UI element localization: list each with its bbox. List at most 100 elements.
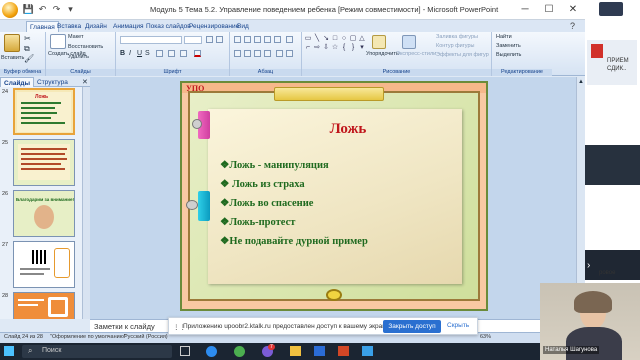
bullet-item[interactable]: ❖ Ложь из страха xyxy=(220,178,305,190)
columns-icon[interactable] xyxy=(276,50,283,57)
copy-icon[interactable]: ⧉ xyxy=(24,44,30,54)
elbow-shape-icon[interactable]: ⌐ xyxy=(304,44,312,51)
delete-button[interactable]: Удалить xyxy=(68,54,89,60)
save-icon[interactable]: 💾 xyxy=(22,3,35,16)
rounded-rect-shape-icon[interactable]: ▢ xyxy=(349,35,357,42)
new-slide-icon[interactable] xyxy=(50,34,66,49)
close-panel-icon[interactable]: ✕ xyxy=(82,78,88,86)
shape-fill-button[interactable]: Заливка фигуры xyxy=(436,34,478,40)
down-arrow-shape-icon[interactable]: ⇩ xyxy=(322,44,330,51)
increase-indent-icon[interactable] xyxy=(264,36,271,43)
arrange-button[interactable]: Упорядочить xyxy=(366,51,399,57)
shadow-icon[interactable] xyxy=(156,50,163,57)
chrome-icon[interactable] xyxy=(234,346,245,357)
customize-toolbar-icon[interactable]: ▾ xyxy=(64,3,77,16)
thumb-slide-24[interactable]: Ложь xyxy=(13,88,75,135)
brace-close-shape-icon[interactable]: } xyxy=(349,44,357,51)
italic-button[interactable]: I xyxy=(129,50,131,57)
word-icon[interactable] xyxy=(314,346,325,356)
folder-icon[interactable] xyxy=(290,346,301,356)
textbox-shape-icon[interactable]: ▭ xyxy=(304,35,312,42)
office-button[interactable] xyxy=(2,2,18,18)
bold-button[interactable]: B xyxy=(120,50,125,57)
thumb-slide-27[interactable] xyxy=(13,241,75,288)
powerpoint-icon[interactable] xyxy=(338,346,349,356)
bullet-item[interactable]: ❖Ложь - манипуляция xyxy=(220,159,329,171)
language-indicator[interactable]: Русский (Россия) xyxy=(124,334,168,340)
layout-button[interactable]: Макет xyxy=(68,34,84,40)
font-name-combo[interactable] xyxy=(120,36,182,44)
strike-button[interactable]: S xyxy=(145,50,150,57)
tab-design[interactable]: Дизайн xyxy=(82,21,110,32)
tab-view[interactable]: Вид xyxy=(234,21,252,32)
telegram-icon[interactable] xyxy=(362,346,373,356)
thumb-slide-26[interactable]: Благодарим за внимание! xyxy=(13,190,75,237)
spacing-icon[interactable] xyxy=(168,50,175,57)
quick-styles-icon[interactable] xyxy=(402,35,416,49)
arrow-shape-icon[interactable]: ↘ xyxy=(322,35,330,42)
maximize-button[interactable]: ☐ xyxy=(536,0,562,20)
redo-icon[interactable]: ↷ xyxy=(50,3,63,16)
thumb-slide-28[interactable] xyxy=(13,292,75,319)
task-view-icon[interactable] xyxy=(180,346,190,356)
smartart-icon[interactable] xyxy=(286,50,293,57)
grow-font-icon[interactable] xyxy=(206,36,213,43)
brace-shape-icon[interactable]: { xyxy=(340,44,348,51)
font-color-icon[interactable] xyxy=(194,50,201,57)
thumbnails-scrollbar[interactable] xyxy=(82,87,90,319)
right-arrow-shape-icon[interactable]: ⇨ xyxy=(313,44,321,51)
numbering-icon[interactable] xyxy=(244,36,251,43)
line-shape-icon[interactable]: ╲ xyxy=(313,35,321,42)
stop-sharing-button[interactable]: Закрыть доступ xyxy=(383,320,441,333)
slide-title[interactable]: Ложь xyxy=(318,121,378,138)
align-left-icon[interactable] xyxy=(234,50,241,57)
shrink-font-icon[interactable] xyxy=(216,36,223,43)
paste-button[interactable]: Вставить xyxy=(1,55,24,61)
bullet-item[interactable]: ❖Ложь во спасение xyxy=(220,197,313,209)
reset-button[interactable]: Восстановить xyxy=(68,44,103,50)
edge-icon[interactable] xyxy=(206,346,217,357)
triangle-shape-icon[interactable]: △ xyxy=(358,35,366,42)
pin-icon xyxy=(192,119,202,129)
bullet-item[interactable]: ❖Не подавайте дурной пример xyxy=(220,235,368,247)
oval-shape-icon[interactable]: ○ xyxy=(340,35,348,42)
taskbar-search[interactable]: ⌕ Поиск xyxy=(22,345,172,358)
decrease-indent-icon[interactable] xyxy=(254,36,261,43)
tab-insert[interactable]: Вставка xyxy=(54,21,84,32)
cut-icon[interactable]: ✂ xyxy=(24,34,31,43)
case-icon[interactable] xyxy=(180,50,187,57)
quick-styles-button[interactable]: Экспресс-стили xyxy=(396,51,436,57)
zoom-icon[interactable] xyxy=(599,2,623,16)
thumb-slide-25[interactable] xyxy=(13,139,75,186)
hide-button[interactable]: Скрыть xyxy=(447,322,469,329)
bullets-icon[interactable] xyxy=(234,36,241,43)
tab-animation[interactable]: Анимация xyxy=(110,21,147,32)
align-center-icon[interactable] xyxy=(244,50,251,57)
slide-canvas[interactable]: УПО Ложь ❖Ложь - манипуляция ❖ Ложь из с… xyxy=(180,81,488,311)
select-button[interactable]: Выделить xyxy=(496,52,521,58)
rectangle-shape-icon[interactable]: □ xyxy=(331,35,339,42)
arrange-icon[interactable] xyxy=(372,35,386,49)
line-spacing-icon[interactable] xyxy=(274,36,281,43)
windows-start-icon[interactable] xyxy=(4,346,14,356)
format-painter-icon[interactable]: 🖌 xyxy=(24,54,34,63)
justify-icon[interactable] xyxy=(264,50,271,57)
zoom-level[interactable]: 63% xyxy=(480,334,491,340)
shape-effects-button[interactable]: Эффекты для фигур xyxy=(436,52,489,58)
font-size-combo[interactable] xyxy=(184,36,202,44)
bullet-item[interactable]: ❖Ложь-протест xyxy=(220,216,295,228)
replace-button[interactable]: Заменить xyxy=(496,43,521,49)
text-direction-icon[interactable] xyxy=(286,36,293,43)
find-button[interactable]: Найти xyxy=(496,34,512,40)
paste-icon[interactable] xyxy=(4,34,20,52)
desktop-icon[interactable]: ПРИЕМ СДИК.. xyxy=(587,40,637,85)
shape-outline-button[interactable]: Контур фигуры xyxy=(436,43,474,49)
close-button[interactable]: ✕ xyxy=(560,0,585,20)
star-shape-icon[interactable]: ☆ xyxy=(331,44,339,51)
undo-icon[interactable]: ↶ xyxy=(36,3,49,16)
chevron-right-icon[interactable]: › xyxy=(587,260,590,271)
align-right-icon[interactable] xyxy=(254,50,261,57)
underline-button[interactable]: U xyxy=(137,50,142,57)
more-shapes-icon[interactable]: ▾ xyxy=(358,44,366,51)
minimize-button[interactable]: ─ xyxy=(512,0,538,20)
